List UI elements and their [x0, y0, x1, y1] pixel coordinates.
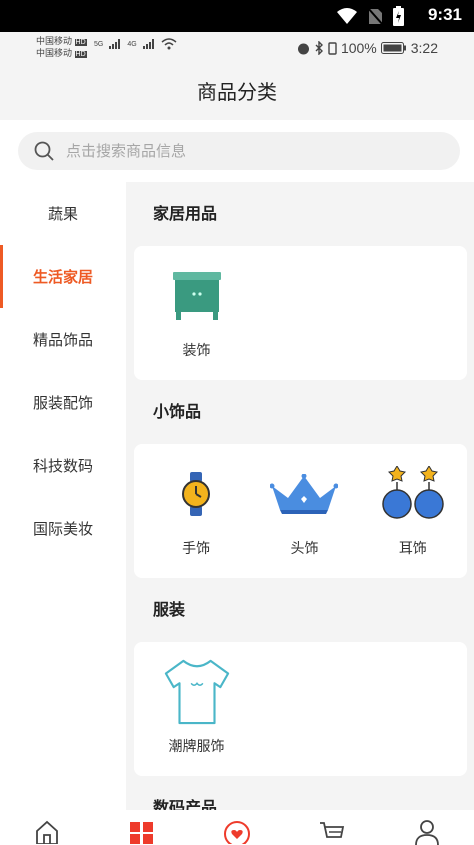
section-card: 装饰 — [134, 246, 467, 380]
sidebar-item-home-living[interactable]: 生活家居 — [0, 245, 126, 308]
carrier-1: 中国移动 — [36, 36, 73, 46]
category-cell[interactable]: 耳饰 — [359, 444, 467, 578]
home-icon — [36, 820, 59, 844]
net-2: 4G — [127, 40, 137, 48]
category-label: 装饰 — [182, 343, 211, 359]
tab-category[interactable] — [95, 810, 190, 845]
sidebar-item-cosmetics[interactable]: 国际美妆 — [0, 497, 126, 560]
section-title: 家居用品 — [153, 204, 218, 223]
battery-info: 100% 3:22 — [297, 40, 438, 56]
page-title: 商品分类 — [197, 80, 277, 104]
watch-icon — [161, 464, 231, 524]
alarm-icon — [297, 43, 309, 54]
sidebar-item-digital[interactable]: 科技数码 — [0, 434, 126, 497]
section-title: 小饰品 — [153, 402, 202, 421]
category-label: 手饰 — [182, 541, 211, 557]
wifi-icon — [337, 8, 357, 24]
section-card: 潮牌服饰 — [134, 642, 467, 776]
network-info: 5G 4G — [94, 38, 177, 50]
page-header: 商品分类 — [0, 64, 474, 120]
tab-favorites[interactable] — [190, 810, 285, 845]
carrier-2: 中国移动 — [36, 48, 73, 58]
wifi-small-icon — [161, 38, 177, 50]
tab-home[interactable] — [0, 810, 95, 845]
inner-status-bar: 中国移动 HD 中国移动 HD 5G 4G 100% 3:22 — [0, 32, 474, 64]
signal-icon-2 — [142, 39, 154, 49]
tab-profile[interactable] — [379, 810, 474, 845]
cart-icon — [319, 822, 344, 838]
sidebar-item-accessories[interactable]: 精品饰品 — [0, 308, 126, 371]
section-title: 服装 — [153, 600, 186, 619]
category-cell[interactable]: 潮牌服饰 — [142, 642, 251, 776]
search-icon — [34, 141, 54, 161]
battery-icon — [380, 42, 406, 54]
section-title: 数码产品 — [153, 798, 218, 810]
no-sim-icon — [367, 7, 383, 25]
tab-cart[interactable] — [284, 810, 379, 845]
cabinet-icon — [162, 266, 232, 326]
search-input[interactable] — [66, 142, 406, 160]
category-label: 潮牌服饰 — [168, 739, 225, 755]
category-cell[interactable]: 头饰 — [250, 444, 358, 578]
category-content: 家居用品 装饰 小饰品 手饰 头饰 耳饰 服装 潮牌服饰 数码产品 — [126, 182, 474, 810]
search-bar[interactable] — [18, 132, 460, 170]
crown-icon — [269, 464, 339, 524]
category-label: 头饰 — [290, 541, 319, 557]
category-cell[interactable]: 手饰 — [142, 444, 250, 578]
sidebar-item-fruits-vegetables[interactable]: 蔬果 — [0, 182, 126, 245]
category-cell[interactable]: 装饰 — [142, 246, 251, 380]
earring-icon — [378, 464, 448, 524]
category-icon — [130, 822, 154, 844]
system-status-bar: 9:31 — [0, 0, 474, 32]
profile-icon — [414, 820, 439, 845]
category-label: 耳饰 — [398, 541, 427, 557]
carrier-info: 中国移动 HD 中国移动 HD — [36, 36, 87, 58]
heart-icon — [223, 821, 250, 844]
search-area — [0, 120, 474, 182]
sidebar-item-clothing[interactable]: 服装配饰 — [0, 371, 126, 434]
signal-icon — [109, 39, 121, 49]
status-clock: 3:22 — [410, 40, 438, 56]
system-icons — [337, 6, 404, 26]
net-1: 5G — [94, 40, 104, 48]
section-card: 手饰 头饰 耳饰 — [134, 444, 467, 578]
system-time: 9:31 — [427, 5, 462, 24]
bottom-tab-bar — [0, 810, 474, 845]
battery-charging-icon — [393, 6, 404, 26]
battery-percent: 100% — [340, 40, 377, 56]
category-sidebar: 蔬果 生活家居 精品饰品 服装配饰 科技数码 国际美妆 — [0, 182, 126, 810]
vibrate-icon — [328, 41, 337, 55]
bluetooth-icon — [315, 41, 323, 55]
tshirt-icon — [162, 659, 232, 725]
